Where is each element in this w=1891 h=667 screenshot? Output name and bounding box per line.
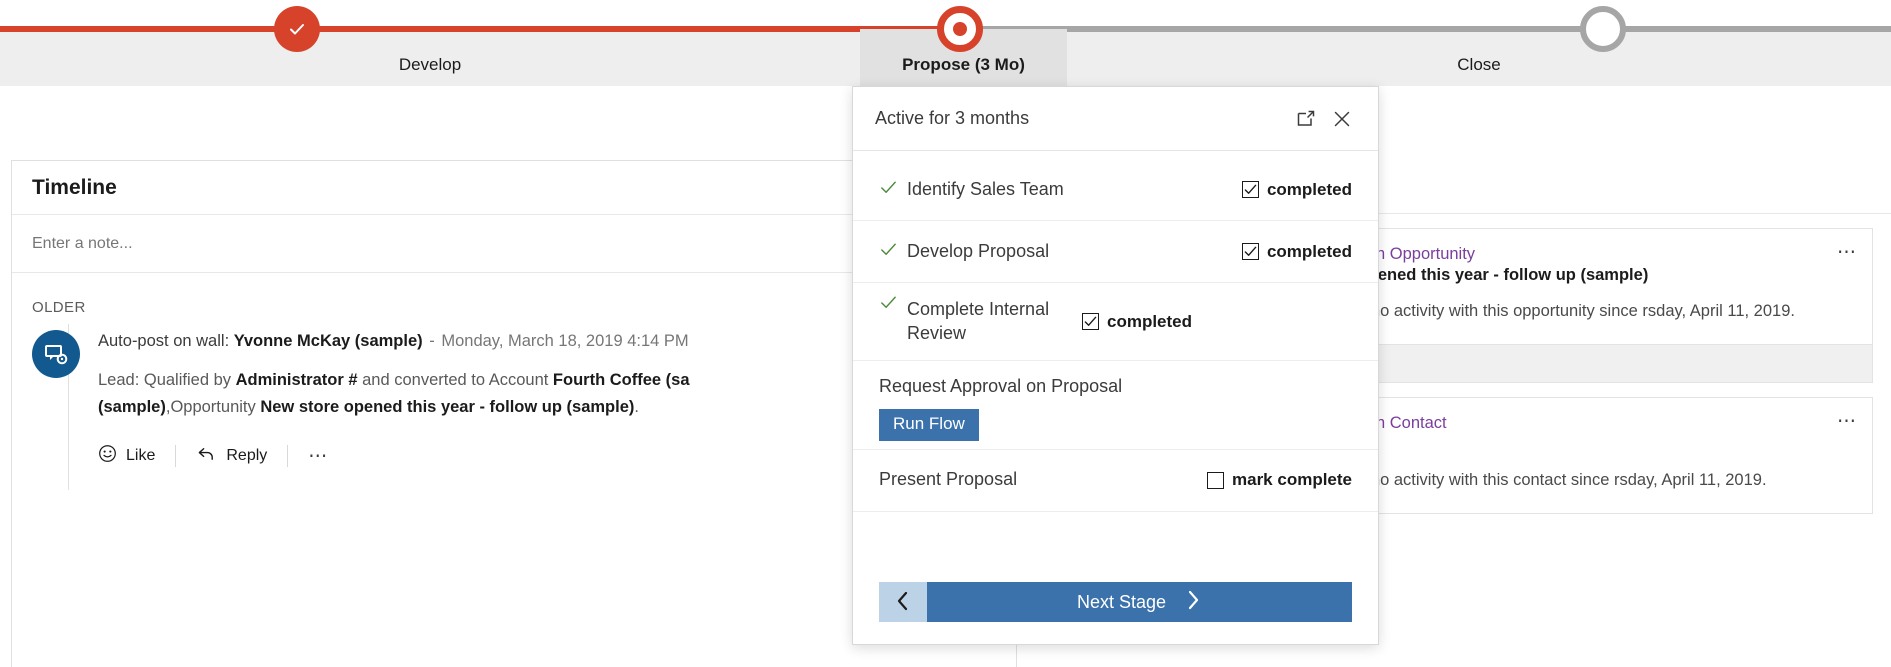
stage-flyout-footer: Next Stage [853,568,1378,644]
note-input-placeholder[interactable]: Enter a note... [32,235,133,253]
green-check-icon [879,178,907,202]
stage-step-complete-internal-review[interactable]: Complete Internal Review completed [853,283,1378,361]
stage-step-status[interactable]: completed [1242,242,1352,262]
more-horizontal-icon: ⋯ [308,445,329,468]
stage-step-label: Identify Sales Team [907,178,1242,202]
smiley-face-icon [98,444,117,468]
checkbox-checked-icon[interactable] [1082,313,1099,330]
check-icon[interactable] [274,6,320,52]
close-icon[interactable] [1324,101,1360,137]
stage-step-identify-sales-team[interactable]: Identify Sales Team completed [853,159,1378,221]
stage-steps-list: Identify Sales Team completed [853,151,1378,568]
stage-step-label: Request Approval on Proposal [879,375,1352,399]
checkbox-checked-icon[interactable] [1242,243,1259,260]
previous-stage-button[interactable] [879,582,927,622]
card-text: re's been no activity with this contact … [1299,468,1854,493]
stage-step-present-proposal[interactable]: Present Proposal mark complete [853,450,1378,512]
stage-step-status[interactable]: completed [1242,180,1352,200]
stage-step-request-approval-on-proposal[interactable]: Request Approval on Proposal Run Flow [853,361,1378,450]
bpf-stage-develop[interactable]: Develop [0,29,860,86]
post-seg-0: Lead: Qualified by [98,371,236,389]
bpf-stage-label-close: Close [1457,55,1500,86]
business-process-flow-bar: Develop Propose (3 Mo) Close [0,0,1891,86]
target-dot-icon[interactable] [937,6,983,52]
current-stage-dot [953,22,967,36]
bpf-stage-label-propose: Propose (3 Mo) [902,55,1025,86]
green-check-icon [879,291,907,317]
checkbox-unchecked-icon[interactable] [1207,472,1224,489]
stage-step-status-label: completed [1267,242,1352,262]
stage-step-status[interactable]: completed [1082,312,1192,332]
stage-step-label: Develop Proposal [907,240,1242,264]
reply-arrow-icon [196,444,217,468]
post-prefix: Auto-post on wall: [98,332,229,350]
post-seg-3: Fourth Coffee (sa [553,371,690,389]
page-title: Timeline [32,176,117,200]
post-seg-6: New store opened this year - follow up (… [260,398,634,416]
green-check-icon [879,240,907,264]
stage-step-status-label: completed [1267,180,1352,200]
card-kicker: Activity with Opportunity [1299,245,1854,264]
post-seg-7: . [634,398,639,416]
bpf-stage-close[interactable]: Close [1067,29,1891,86]
card-title: v store opened this year - follow up (sa… [1299,266,1854,285]
post-seg-5: ,Opportunity [166,398,260,416]
stage-step-develop-proposal[interactable]: Develop Proposal completed [853,221,1378,283]
run-flow-button[interactable]: Run Flow [879,409,979,441]
card-title: nne [1299,435,1854,454]
stage-step-status-label: completed [1107,312,1192,332]
chevron-left-icon [894,590,912,615]
stage-step-status-label: mark complete [1232,470,1352,490]
stage-step-status[interactable]: mark complete [1207,470,1352,490]
empty-circle-icon[interactable] [1580,6,1626,52]
stage-flyout-header: Active for 3 months [853,87,1378,151]
auto-post-bubble-icon [32,330,80,378]
stage-active-duration: Active for 3 months [875,108,1288,129]
post-seg-2: and converted to Account [358,371,553,389]
post-seg-1: Administrator # [236,371,358,389]
reply-label: Reply [226,447,267,465]
post-timestamp: Monday, March 18, 2019 4:14 PM [441,332,688,350]
open-in-new-window-icon[interactable] [1288,101,1324,137]
post-seg-4: (sample) [98,398,166,416]
next-stage-button[interactable]: Next Stage [927,582,1352,622]
timeline-post-text: Lead: Qualified by Administrator # and c… [98,367,798,420]
next-stage-label: Next Stage [1077,592,1166,613]
action-divider-2 [287,445,288,467]
like-label: Like [126,447,155,465]
card-kicker: Activity with Contact [1299,414,1854,433]
more-horizontal-icon[interactable]: ⋯ [1837,241,1858,264]
stage-flyout: Active for 3 months [852,86,1379,645]
reply-button[interactable]: Reply [196,442,287,470]
chevron-right-icon [1184,589,1202,616]
card-text: re's been no activity with this opportun… [1299,299,1854,324]
post-separator: - [427,332,437,350]
stage-step-label: Complete Internal Review [907,298,1082,346]
bpf-stage-label-develop: Develop [399,55,461,86]
stage-step-label: Present Proposal [879,468,1207,492]
like-button[interactable]: Like [98,442,175,470]
post-author[interactable]: Yvonne McKay (sample) [234,332,423,350]
post-more-button[interactable]: ⋯ [308,443,349,470]
more-horizontal-icon[interactable]: ⋯ [1837,410,1858,433]
checkbox-checked-icon[interactable] [1242,181,1259,198]
action-divider-1 [175,445,176,467]
